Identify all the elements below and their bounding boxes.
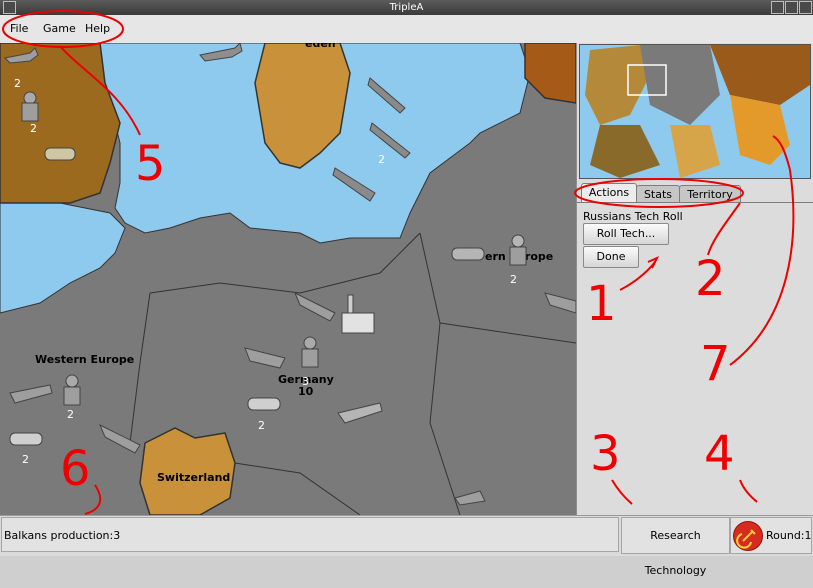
unit-tank-germany[interactable] bbox=[247, 397, 281, 411]
menu-file[interactable]: File bbox=[10, 22, 28, 35]
maximize-icon[interactable] bbox=[785, 1, 798, 14]
unit-count: 2 bbox=[378, 153, 385, 166]
round-label: Round:1 bbox=[766, 529, 812, 542]
territory-label-western-europe: Western Europe bbox=[35, 353, 134, 366]
minimize-icon[interactable] bbox=[771, 1, 784, 14]
production-status: Balkans production:3 bbox=[1, 517, 619, 552]
unit-count: 2 bbox=[14, 77, 21, 90]
unit-infantry-east[interactable] bbox=[509, 234, 527, 266]
unit-infantry-we[interactable] bbox=[63, 374, 81, 406]
done-button[interactable]: Done bbox=[583, 246, 639, 268]
annotation-number: 2 bbox=[695, 251, 726, 307]
menu-help[interactable]: Help bbox=[85, 22, 110, 35]
close-icon[interactable] bbox=[799, 1, 812, 14]
unit-count: 3 bbox=[302, 375, 309, 388]
annotation-number: 1 bbox=[586, 276, 617, 332]
territory-label-sweden-partial: eden bbox=[305, 43, 336, 50]
step-status: Research Technology bbox=[621, 517, 730, 577]
tab-bar: Actions Stats Territory bbox=[577, 183, 813, 203]
mini-map[interactable] bbox=[579, 44, 811, 179]
unit-tank-uk[interactable] bbox=[44, 147, 76, 161]
unit-count: 2 bbox=[67, 408, 74, 421]
territory-uk bbox=[0, 43, 121, 204]
annotation-number: 3 bbox=[590, 426, 621, 482]
window-titlebar: TripleA bbox=[0, 0, 813, 15]
unit-count: 2 bbox=[22, 453, 29, 466]
unit-infantry-uk[interactable] bbox=[21, 91, 39, 122]
unit-infantry-germany[interactable] bbox=[301, 336, 319, 368]
phase-label: Russians Tech Roll bbox=[583, 210, 683, 223]
unit-tank-we[interactable] bbox=[9, 432, 43, 446]
roll-tech-button[interactable]: Roll Tech... bbox=[583, 223, 669, 245]
tab-actions[interactable]: Actions bbox=[581, 183, 637, 203]
territory-label-switzerland: Switzerland bbox=[157, 471, 230, 484]
annotation-number: 6 bbox=[60, 441, 91, 497]
hammer-sickle-icon bbox=[733, 521, 763, 551]
tab-territory[interactable]: Territory bbox=[679, 185, 741, 203]
menu-game[interactable]: Game bbox=[43, 22, 76, 35]
unit-count: 2 bbox=[510, 273, 517, 286]
unit-tank-east[interactable] bbox=[451, 247, 485, 261]
unit-count: 2 bbox=[258, 419, 265, 432]
annotation-number: 7 bbox=[700, 336, 731, 392]
round-status: Round:1 bbox=[730, 517, 812, 554]
menubar: File Game Help bbox=[0, 15, 813, 44]
window-title: TripleA bbox=[389, 2, 424, 13]
status-bar: Balkans production:3 Research Technology… bbox=[0, 515, 813, 577]
tab-stats[interactable]: Stats bbox=[636, 185, 680, 203]
unit-count: 2 bbox=[30, 122, 37, 135]
annotation-number: 4 bbox=[704, 426, 735, 482]
annotation-number: 5 bbox=[135, 136, 166, 192]
